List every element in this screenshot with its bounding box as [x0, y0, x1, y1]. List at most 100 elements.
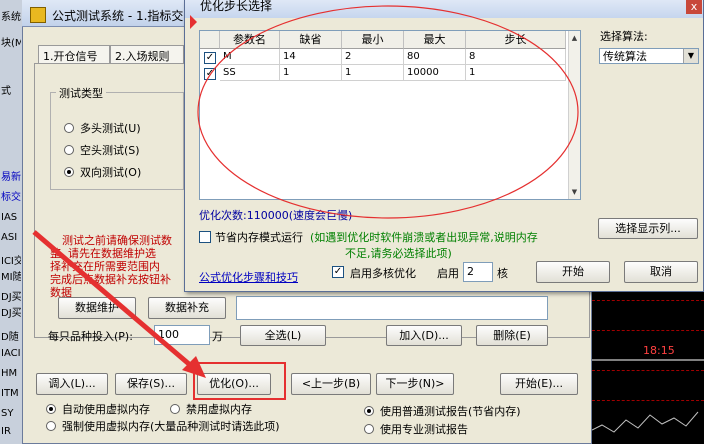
background-strip-label: 易新 — [1, 172, 21, 183]
select-all-button[interactable]: 全选(L) — [240, 325, 326, 346]
popup-start-button[interactable]: 开始 — [536, 261, 610, 283]
red-note-line: 测试之前请确保测试数 — [62, 234, 172, 247]
disable-virtual-memory-label: 禁用虚拟内存 — [186, 403, 252, 416]
both-test-label: 双向测试(O) — [80, 166, 142, 179]
save-memory-label: 节省内存模式运行 — [215, 231, 303, 244]
background-strip-label: SY — [1, 408, 14, 419]
scroll-down-icon[interactable]: ▼ — [569, 186, 580, 198]
radio-pro-report[interactable] — [364, 424, 374, 434]
background-strip-label: DJ买 — [1, 292, 21, 303]
stock-list-box[interactable] — [236, 296, 548, 320]
optimize-highlight-box — [193, 362, 286, 400]
grid-scrollbar[interactable]: ▲ ▼ — [568, 31, 580, 199]
algorithm-value: 传统算法 — [603, 50, 647, 63]
parameter-grid: 参数名 缺省 最小 最大 步长 ✓ M 14 2 80 8 ✓ SS 1 1 1… — [199, 30, 581, 200]
background-strip-label: IR — [1, 426, 11, 437]
per-stock-input[interactable]: 100 — [154, 325, 210, 345]
enable-label: 启用 — [437, 267, 459, 280]
background-strip-label: MI随 — [1, 272, 21, 283]
background-strip-label: 式 — [1, 86, 11, 97]
core-unit-label: 核 — [497, 267, 508, 280]
grid-header: 最小 — [342, 31, 404, 49]
save-memory-note-2: 不足,请务必选择此项) — [345, 247, 452, 260]
multicore-checkbox[interactable]: ✓ — [332, 266, 344, 278]
grid-header: 最大 — [404, 31, 466, 49]
save-memory-note-1: (如遇到优化时软件崩溃或者出现异常,说明内存 — [310, 231, 538, 244]
force-virtual-memory-label: 强制使用虚拟内存(大量品种测试时请选此项) — [62, 420, 280, 433]
background-strip-label: IAS — [1, 212, 18, 223]
pro-report-label: 使用专业测试报告 — [380, 423, 468, 436]
start-test-button[interactable]: 开始(E)... — [500, 373, 578, 395]
chart-time-label: 18:15 — [643, 344, 675, 357]
red-note-line: 择补充在所需要范围内 — [50, 260, 160, 273]
normal-report-label: 使用普通测试报告(节省内存) — [380, 405, 521, 418]
radio-force-virtual-memory[interactable] — [46, 421, 56, 431]
radio-auto-virtual-memory[interactable] — [46, 404, 56, 414]
long-test-label: 多头测试(U) — [80, 122, 141, 135]
row-checkbox[interactable]: ✓ — [204, 68, 216, 80]
background-strip-label: DJ买 — [1, 308, 21, 319]
background-strip-label: D随 — [1, 332, 19, 343]
background-strip-label: ASI — [1, 232, 18, 243]
algorithm-label: 选择算法: — [600, 30, 648, 43]
auto-virtual-memory-label: 自动使用虚拟内存 — [62, 403, 150, 416]
background-strip-label: IACI — [1, 348, 21, 359]
grid-cell[interactable]: 1 — [342, 65, 404, 81]
popup-close-button[interactable]: x — [686, 0, 702, 14]
add-button[interactable]: 加入(D)... — [386, 325, 462, 346]
row-checkbox[interactable]: ✓ — [204, 52, 216, 64]
short-test-label: 空头测试(S) — [80, 144, 140, 157]
optimize-count-text: 优化次数:110000(速度会巨慢) — [199, 209, 353, 222]
radio-disable-virtual-memory[interactable] — [170, 404, 180, 414]
red-note-line: 完成后点数据补充按钮补 — [50, 273, 171, 286]
per-stock-unit: 万 — [212, 330, 223, 343]
popup-cancel-button[interactable]: 取消 — [624, 261, 698, 283]
chevron-down-icon[interactable]: ▼ — [683, 49, 698, 63]
multicore-label: 启用多核优化 — [350, 267, 416, 280]
radio-both-test[interactable] — [64, 167, 74, 177]
tab-open-signal[interactable]: 1.开仓信号 — [38, 45, 110, 63]
app-icon — [30, 7, 46, 23]
grid-header: 步长 — [466, 31, 566, 49]
grid-cell[interactable]: SS — [220, 65, 280, 81]
save-memory-checkbox[interactable] — [199, 231, 211, 243]
grid-cell[interactable]: 1 — [466, 65, 566, 81]
import-button[interactable]: 调入(L)... — [36, 373, 108, 395]
radio-short-test[interactable] — [64, 145, 74, 155]
data-supplement-button[interactable]: 数据补充 — [148, 297, 226, 319]
data-maintain-button[interactable]: 数据维护 — [58, 297, 136, 319]
grid-cell[interactable]: 2 — [342, 49, 404, 65]
select-columns-button[interactable]: 选择显示列... — [598, 218, 698, 239]
red-note-line: 整, 请先在数据维护选 — [50, 247, 156, 260]
background-strip-label: ICI交 — [1, 256, 21, 267]
per-stock-label: 每只品种投入(P): — [48, 330, 133, 343]
optimize-tips-link[interactable]: 公式优化步骤和技巧 — [199, 269, 298, 285]
background-strip-label: 系统 — [1, 12, 21, 23]
grid-cell[interactable]: M — [220, 49, 280, 65]
grid-cell[interactable]: 1 — [280, 65, 342, 81]
radio-long-test[interactable] — [64, 123, 74, 133]
scroll-up-icon[interactable]: ▲ — [569, 32, 580, 44]
background-strip-label: 块(M) — [1, 38, 21, 49]
core-count-input[interactable]: 2 — [463, 262, 493, 282]
grid-cell[interactable]: 80 — [404, 49, 466, 65]
test-type-title: 测试类型 — [56, 85, 106, 101]
popup-title: 优化步长选择 — [200, 0, 273, 13]
main-title: 公式测试系统 - 1.指标交易 : — [52, 9, 204, 23]
background-strip-label: HM — [1, 368, 18, 379]
algorithm-select[interactable]: 传统算法 ▼ — [599, 48, 699, 64]
next-step-button[interactable]: 下一步(N)> — [376, 373, 454, 395]
grid-header: 参数名 — [220, 31, 280, 49]
save-button[interactable]: 保存(S)... — [115, 373, 187, 395]
radio-normal-report[interactable] — [364, 406, 374, 416]
tab-entry-rules[interactable]: 2.入场规则 — [110, 45, 184, 63]
grid-cell[interactable]: 8 — [466, 49, 566, 65]
grid-header-checkbox — [200, 31, 220, 49]
background-strip-label: ITM — [1, 388, 19, 399]
grid-header: 缺省 — [280, 31, 342, 49]
grid-cell[interactable]: 10000 — [404, 65, 466, 81]
delete-button[interactable]: 删除(E) — [476, 325, 548, 346]
background-strip-label: 标交 — [1, 192, 21, 203]
grid-cell[interactable]: 14 — [280, 49, 342, 65]
prev-step-button[interactable]: <上一步(B) — [291, 373, 371, 395]
